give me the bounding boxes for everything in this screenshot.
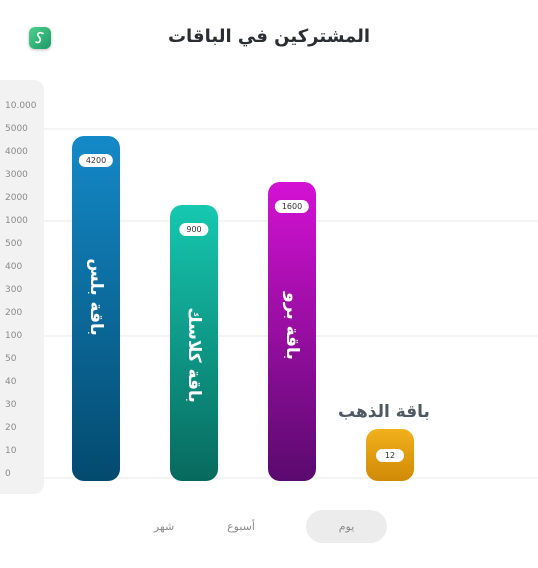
bar[interactable]: 12 <box>366 429 414 481</box>
bar[interactable]: 900 باقة كلاسك <box>170 205 218 481</box>
bar-value-label: 4200 <box>78 154 114 167</box>
bar-value-label: 12 <box>376 449 404 462</box>
bar-category-label: باقة الذهب <box>338 402 430 422</box>
period-option-month[interactable]: شهر <box>140 520 188 533</box>
bar-category-label: باقة بلس <box>86 257 106 336</box>
bar[interactable]: 1600 باقة برو <box>268 182 316 481</box>
bar-value-label: 900 <box>179 223 209 236</box>
period-option-week[interactable]: أسبوع <box>210 520 272 533</box>
bar[interactable]: 4200 باقة بلس <box>72 136 120 481</box>
period-option-day[interactable]: يوم <box>306 520 387 533</box>
bar-category-label: باقة كلاسك <box>184 307 204 403</box>
bar-category-label: باقة برو <box>282 291 302 360</box>
bar-value-label: 1600 <box>274 200 310 213</box>
